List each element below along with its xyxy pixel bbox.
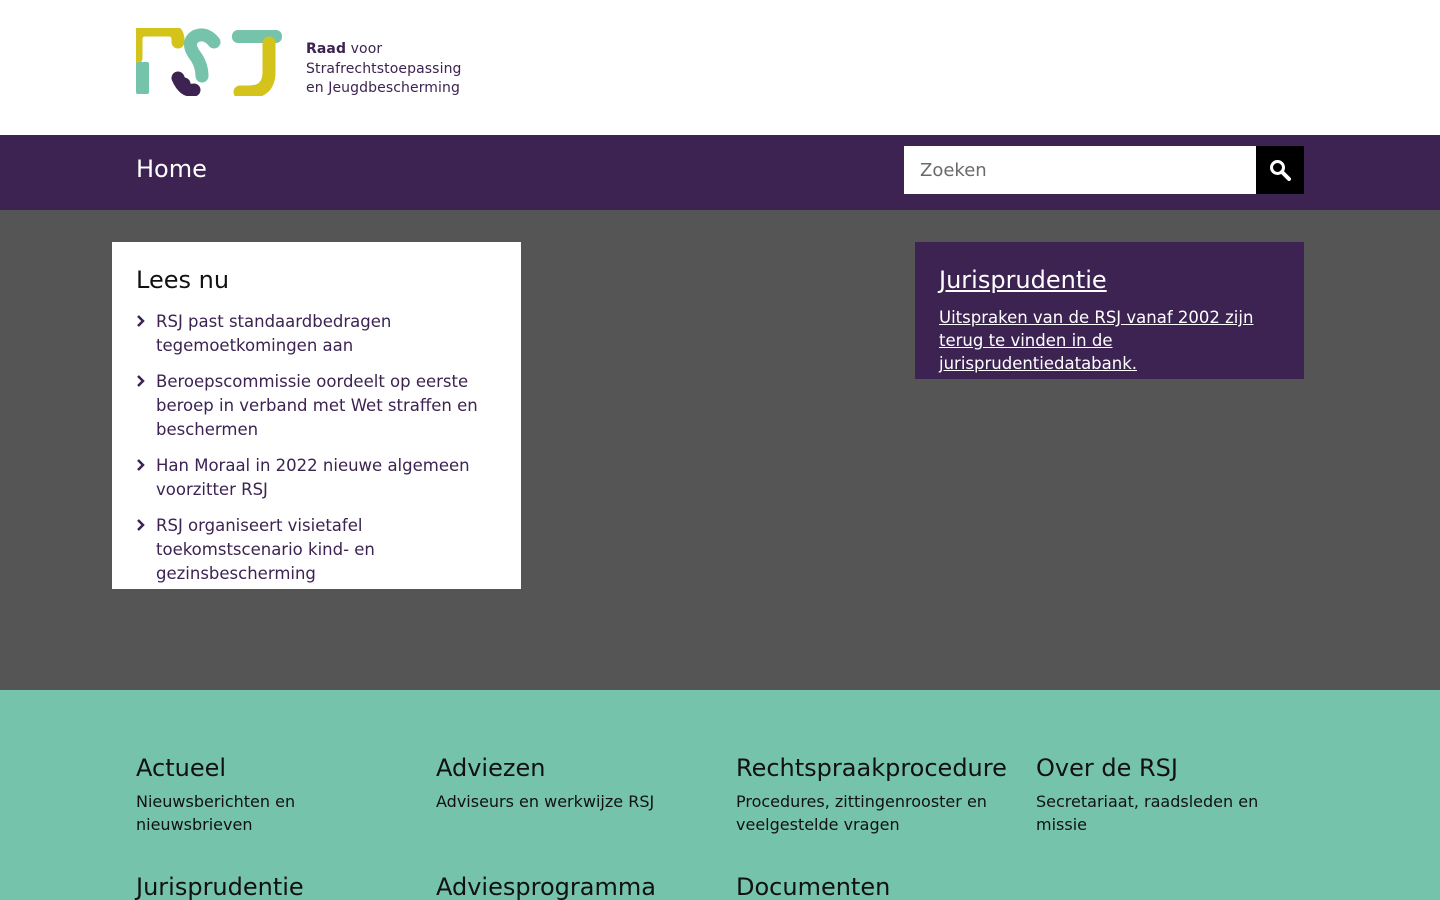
- footer-col-adviesprogramma[interactable]: Adviesprogramma: [436, 873, 706, 900]
- chevron-right-icon: [137, 375, 145, 387]
- logo-text-line3: en Jeugdbescherming: [306, 80, 460, 96]
- footer-col-title[interactable]: Actueel: [136, 754, 406, 782]
- nav-home-link[interactable]: Home: [136, 155, 207, 183]
- footer-col-adviezen[interactable]: Adviezen Adviseurs en werkwijze RSJ: [436, 754, 706, 813]
- footer-col-title[interactable]: Adviesprogramma: [436, 873, 706, 900]
- footer-col-text: Adviseurs en werkwijze RSJ: [436, 792, 655, 811]
- main-content: Lees nu RSJ past standaardbedragen tegem…: [0, 210, 1440, 690]
- lees-nu-title: Lees nu: [136, 266, 230, 294]
- jurisprudentie-card[interactable]: Jurisprudentie Uitspraken van de RSJ van…: [915, 242, 1304, 379]
- logo-text-line2: Strafrechtstoepassing: [306, 60, 462, 77]
- rsj-logo[interactable]: Raad voor Strafrechtstoepassing en Jeugd…: [136, 28, 466, 100]
- lees-nu-card: Lees nu RSJ past standaardbedragen tegem…: [112, 242, 521, 589]
- logo-text-raad: Raad: [306, 41, 347, 57]
- search-button[interactable]: [1256, 146, 1304, 194]
- footer-col-title[interactable]: Over de RSJ: [1036, 754, 1306, 782]
- news-item[interactable]: Han Moraal in 2022 nieuwe algemeen voorz…: [136, 454, 497, 502]
- search-icon: [1270, 160, 1291, 181]
- footer-col-over-de-rsj[interactable]: Over de RSJ Secretariaat, raadsleden en …: [1036, 754, 1306, 836]
- footer-col-text: Secretariaat, raadsleden en missie: [1036, 792, 1259, 834]
- footer-col-title[interactable]: Jurisprudentie: [136, 873, 406, 900]
- footer-col-title[interactable]: Adviezen: [436, 754, 706, 782]
- jurisprudentie-card-title[interactable]: Jurisprudentie: [939, 266, 1280, 294]
- chevron-right-icon: [137, 315, 145, 327]
- site-footer: Actueel Nieuwsberichten en nieuwsbrieven…: [0, 690, 1440, 900]
- news-item-label: RSJ past standaardbedragen tegemoetkomin…: [156, 312, 392, 355]
- news-list: RSJ past standaardbedragen tegemoetkomin…: [136, 310, 497, 586]
- site-header: Raad voor Strafrechtstoepassing en Jeugd…: [0, 0, 1440, 135]
- news-item[interactable]: Beroepscommissie oordeelt op eerste bero…: [136, 370, 497, 442]
- jurisprudentie-card-text[interactable]: Uitspraken van de RSJ vanaf 2002 zijn te…: [939, 306, 1280, 375]
- logo-text-voor: voor: [346, 41, 383, 57]
- news-item[interactable]: RSJ past standaardbedragen tegemoetkomin…: [136, 310, 497, 358]
- footer-col-documenten[interactable]: Documenten: [736, 873, 1006, 900]
- footer-col-text: Procedures, zittingenrooster en veelgest…: [736, 792, 987, 834]
- rsj-logo-mark: [136, 28, 282, 96]
- news-item-label: Han Moraal in 2022 nieuwe algemeen voorz…: [156, 456, 470, 499]
- footer-col-jurisprudentie[interactable]: Jurisprudentie: [136, 873, 406, 900]
- news-item-label: RSJ organiseert visietafel toekomstscena…: [156, 516, 375, 583]
- footer-col-title[interactable]: Documenten: [736, 873, 1006, 900]
- chevron-right-icon: [137, 519, 145, 531]
- logo-wordmark: Raad voor Strafrechtstoepassing en Jeugd…: [306, 40, 462, 99]
- footer-col-text: Nieuwsberichten en nieuwsbrieven: [136, 792, 296, 834]
- news-item-label: Beroepscommissie oordeelt op eerste bero…: [156, 372, 478, 439]
- news-item[interactable]: RSJ organiseert visietafel toekomstscena…: [136, 514, 497, 586]
- chevron-right-icon: [137, 459, 145, 471]
- main-navigation: Home: [0, 135, 1440, 210]
- footer-col-rechtspraakprocedure[interactable]: Rechtspraakprocedure Procedures, zitting…: [736, 754, 1007, 836]
- footer-col-actueel[interactable]: Actueel Nieuwsberichten en nieuwsbrieven: [136, 754, 406, 836]
- search-input[interactable]: [904, 146, 1256, 194]
- footer-col-title[interactable]: Rechtspraakprocedure: [736, 754, 1007, 782]
